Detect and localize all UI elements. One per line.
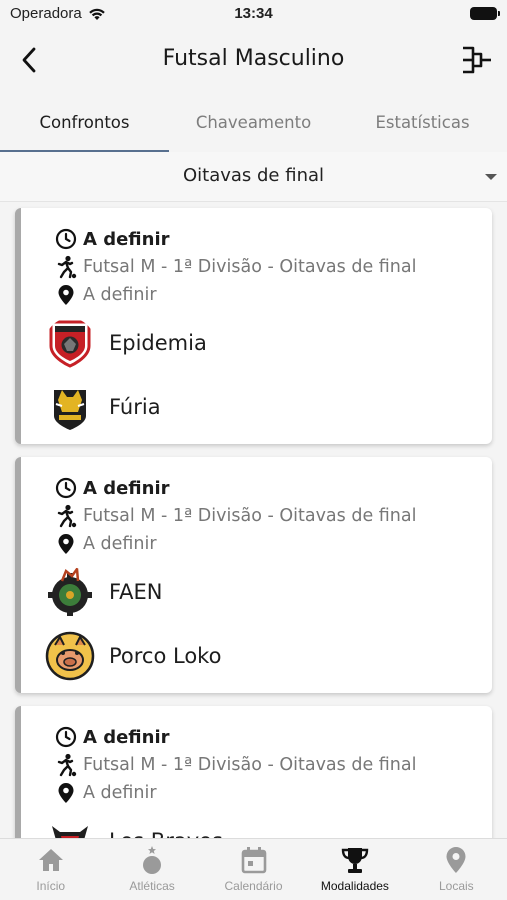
match-place: A definir (83, 285, 157, 305)
soccer-player-icon (57, 255, 77, 279)
medal-icon (143, 846, 162, 874)
team-logo (45, 567, 95, 617)
tabbar-item-atleticas[interactable]: Atléticas (101, 839, 202, 900)
battery-icon (470, 7, 500, 20)
bracket-button[interactable] (459, 42, 495, 78)
boar-crest-icon (54, 390, 86, 430)
team-row[interactable]: Fúria (45, 382, 161, 432)
soccer-player-icon (57, 753, 77, 777)
match-category-row: Futsal M - 1ª Divisão - Oitavas de final (55, 504, 417, 528)
caret-down-icon (485, 174, 497, 180)
trophy-icon (341, 848, 369, 873)
match-list[interactable]: A definir Futsal M - 1ª Divisão - Oitava… (0, 202, 507, 838)
tabbar-item-modalidades[interactable]: Modalidades (304, 839, 405, 900)
tabbar-label: Calendário (224, 879, 283, 893)
match-time: A definir (83, 228, 170, 250)
tabbar-item-inicio[interactable]: Início (0, 839, 101, 900)
team-logo (45, 382, 95, 432)
gear-crest-icon (48, 567, 92, 616)
match-place-row: A definir (55, 533, 157, 555)
clock-icon (55, 726, 77, 748)
location-pin-icon (58, 534, 74, 554)
location-pin-icon (58, 285, 74, 305)
team-name: FAEN (109, 580, 163, 604)
team-row[interactable]: Porco Loko (45, 631, 221, 681)
match-category: Futsal M - 1ª Divisão - Oitavas de final (83, 506, 417, 526)
match-card[interactable]: A definir Futsal M - 1ª Divisão - Oitava… (15, 457, 492, 693)
tab-bar: Confrontos Chaveamento Estatísticas (0, 100, 507, 152)
tab-estatisticas[interactable]: Estatísticas (338, 100, 507, 152)
phase-dropdown[interactable]: Oitavas de final (0, 152, 507, 202)
team-name: Porco Loko (109, 644, 222, 668)
match-place: A definir (83, 783, 157, 803)
match-card[interactable]: A definir Futsal M - 1ª Divisão - Oitava… (15, 208, 492, 444)
team-name: Epidemia (109, 331, 207, 355)
home-icon (38, 849, 63, 871)
tab-confrontos[interactable]: Confrontos (0, 100, 169, 152)
tabbar-label: Modalidades (320, 879, 389, 893)
match-category-row: Futsal M - 1ª Divisão - Oitavas de final (55, 255, 417, 279)
tabbar-label: Locais (438, 879, 474, 893)
clock-icon (55, 477, 77, 499)
team-logo (45, 816, 95, 838)
match-place-row: A definir (55, 284, 157, 306)
status-bar: Operadora 13:34 (0, 0, 507, 28)
match-card[interactable]: A definir Futsal M - 1ª Divisão - Oitava… (15, 706, 492, 838)
match-place-row: A definir (55, 782, 157, 804)
match-time: A definir (83, 477, 170, 499)
match-time-row: A definir (55, 477, 170, 499)
tab-chaveamento[interactable]: Chaveamento (169, 100, 338, 152)
pig-crest-icon (45, 631, 95, 681)
bull-crest-icon (52, 826, 88, 838)
match-time: A definir (83, 726, 170, 748)
team-row[interactable]: Los Bravos (45, 816, 223, 838)
clock: 13:34 (234, 5, 273, 22)
team-name: Fúria (109, 395, 161, 419)
team-row[interactable]: Epidemia (45, 318, 207, 368)
soccer-player-icon (57, 504, 77, 528)
nav-bar: Futsal Masculino (0, 28, 507, 92)
match-place: A definir (83, 534, 157, 554)
match-category: Futsal M - 1ª Divisão - Oitavas de final (83, 755, 417, 775)
tabbar-label: Atléticas (129, 879, 175, 893)
bracket-icon (463, 46, 491, 74)
match-time-row: A definir (55, 726, 170, 748)
match-category-row: Futsal M - 1ª Divisão - Oitavas de final (55, 753, 417, 777)
calendar-icon (241, 847, 266, 874)
phase-value: Oitavas de final (182, 165, 325, 186)
location-pin-icon (446, 847, 466, 873)
team-logo (45, 318, 95, 368)
shield-crest-icon (49, 320, 91, 368)
tabbar-label: Início (36, 879, 66, 893)
match-category: Futsal M - 1ª Divisão - Oitavas de final (83, 257, 417, 277)
clock-icon (55, 228, 77, 250)
bottom-tab-bar: Início Atléticas Calendário Modalidades … (0, 838, 507, 900)
team-logo (45, 631, 95, 681)
page-title: Futsal Masculino (162, 46, 345, 71)
tabbar-item-locais[interactable]: Locais (406, 839, 507, 900)
location-pin-icon (58, 783, 74, 803)
team-row[interactable]: FAEN (45, 567, 163, 617)
tabbar-item-calendario[interactable]: Calendário (203, 839, 304, 900)
match-time-row: A definir (55, 228, 170, 250)
team-name: Los Bravos (109, 829, 223, 838)
